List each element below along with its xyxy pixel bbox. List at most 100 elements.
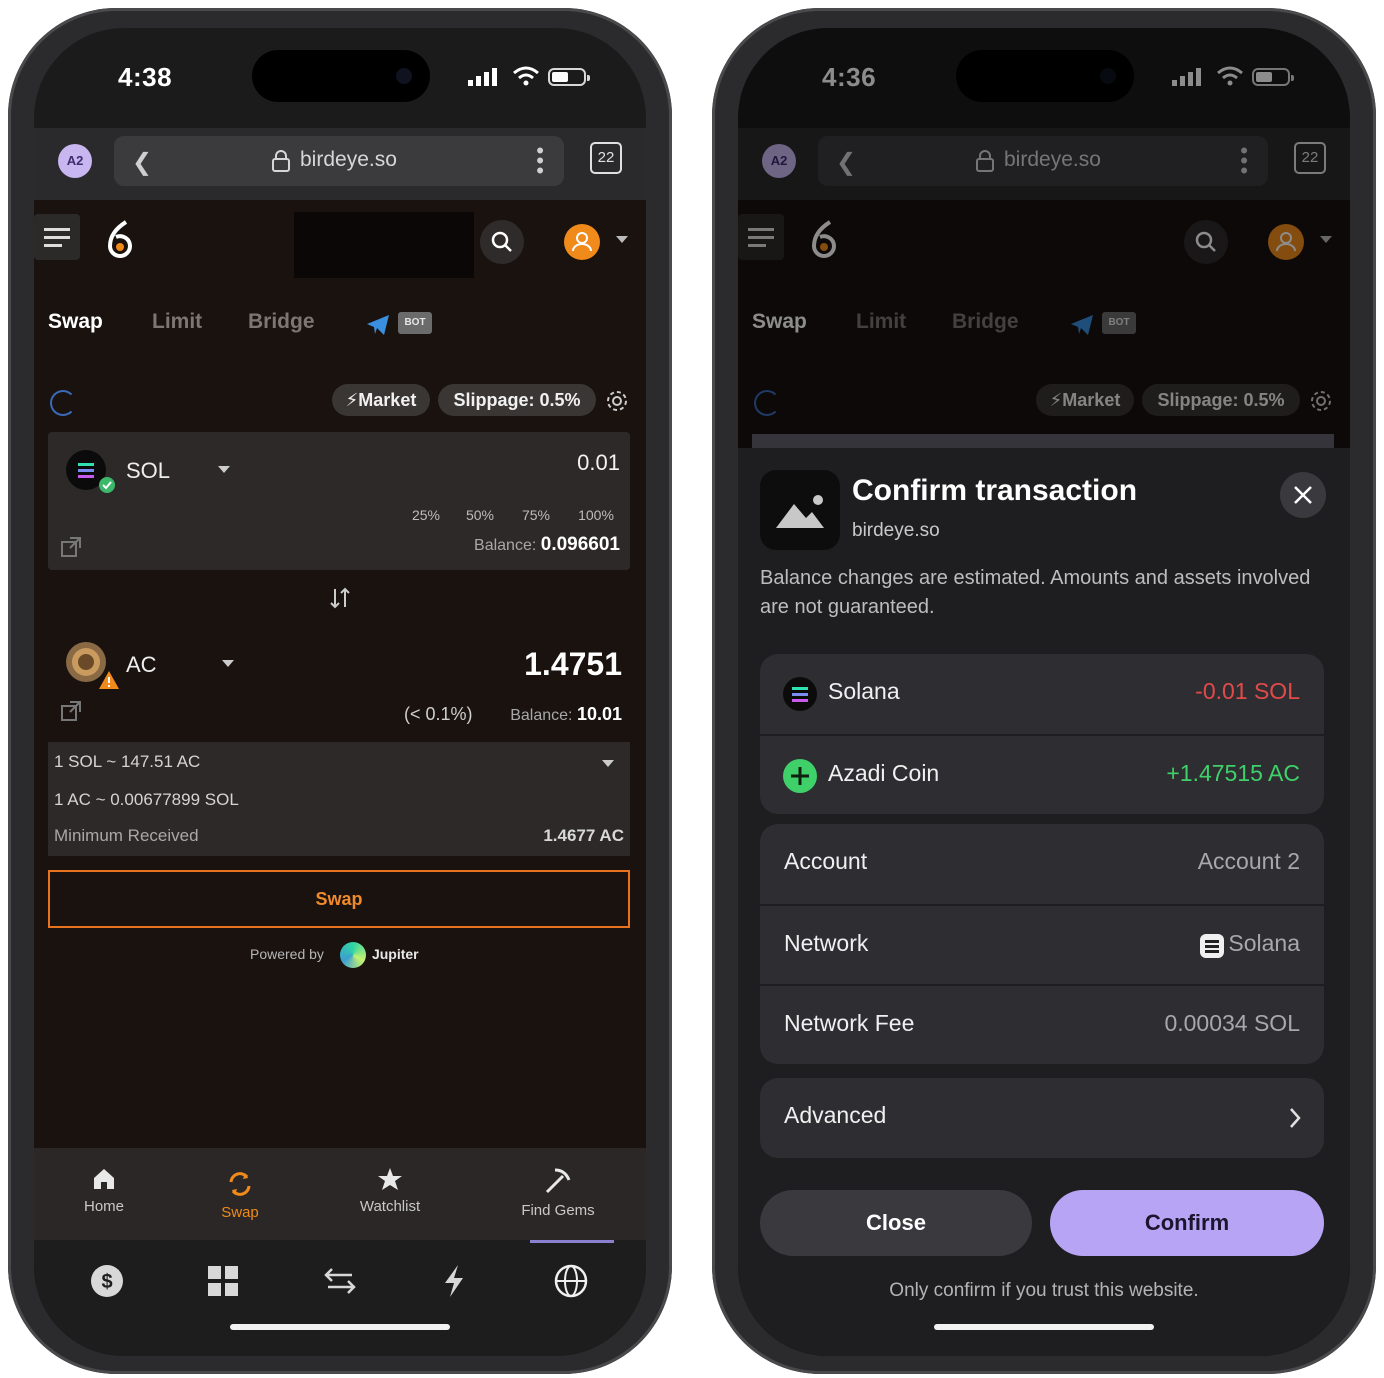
lightning-icon[interactable] bbox=[442, 1264, 466, 1298]
jupiter-logo-icon bbox=[340, 942, 366, 968]
rate-sol-ac: 1 SOL ~ 147.51 AC bbox=[54, 752, 201, 771]
menu-button[interactable] bbox=[34, 214, 80, 260]
plus-circle-icon bbox=[783, 759, 817, 793]
dynamic-island bbox=[252, 50, 430, 102]
transaction-details: Account Account 2 Network Solana Network… bbox=[760, 824, 1324, 1064]
slippage-button[interactable]: Slippage: 0.5% bbox=[438, 384, 596, 416]
home-icon bbox=[94, 1169, 114, 1189]
from-balance: Balance: 0.096601 bbox=[474, 534, 620, 555]
profile-avatar[interactable]: A2 bbox=[58, 144, 92, 178]
address-bar[interactable]: ❮ birdeye.so • • • bbox=[114, 136, 564, 186]
transfer-arrows-icon[interactable] bbox=[324, 1266, 356, 1296]
detail-value: 0.00034 SOL bbox=[1164, 1010, 1300, 1036]
status-time: 4:38 bbox=[118, 62, 173, 92]
telegram-icon[interactable] bbox=[366, 314, 390, 336]
status-bar: 4:38 bbox=[34, 28, 646, 128]
sheet-title: Confirm transaction bbox=[852, 474, 1138, 507]
balance-change-row: Azadi Coin +1.47515 AC bbox=[760, 734, 1324, 814]
wifi-icon bbox=[513, 66, 539, 86]
screen-right: 4:36 A2 ❮ birdeye.so • • • 22 Swap Limit… bbox=[738, 28, 1350, 1356]
bot-badge[interactable]: BOT bbox=[398, 312, 432, 334]
percent-50-button[interactable]: 50% bbox=[458, 504, 502, 526]
tab-bridge[interactable]: Bridge bbox=[248, 310, 315, 334]
from-token-card: SOL 0.01 25% 50% 75% 100% Balance: 0.096… bbox=[48, 432, 630, 570]
grid-icon[interactable] bbox=[208, 1266, 238, 1296]
search-button[interactable] bbox=[480, 220, 524, 264]
nav-swap[interactable]: Swap bbox=[210, 1170, 270, 1221]
url-text: birdeye.so bbox=[300, 148, 397, 171]
quote-details[interactable]: 1 SOL ~ 147.51 AC 1 AC ~ 0.00677899 SOL … bbox=[48, 742, 630, 856]
more-icon[interactable]: • • • bbox=[536, 140, 544, 182]
birdeye-logo-icon[interactable] bbox=[104, 220, 136, 260]
chevron-down-icon[interactable] bbox=[218, 466, 230, 473]
percent-75-button[interactable]: 75% bbox=[514, 504, 558, 526]
gear-icon[interactable] bbox=[604, 388, 630, 414]
dapp-image-icon bbox=[760, 470, 840, 550]
active-indicator bbox=[530, 1240, 614, 1243]
user-icon bbox=[572, 232, 592, 252]
detail-row-network: Network Solana bbox=[760, 904, 1324, 984]
from-amount-input[interactable]: 0.01 bbox=[577, 450, 620, 476]
nav-find-gems[interactable]: Find Gems bbox=[516, 1166, 600, 1219]
swap-direction-icon[interactable] bbox=[328, 586, 352, 610]
svg-text:$: $ bbox=[101, 1271, 112, 1293]
tab-limit[interactable]: Limit bbox=[152, 310, 202, 334]
confirm-transaction-sheet: Confirm transaction birdeye.so Balance c… bbox=[738, 434, 1350, 1356]
advanced-label: Advanced bbox=[784, 1102, 887, 1128]
dollar-icon[interactable]: $ bbox=[90, 1264, 124, 1298]
solana-icon bbox=[783, 677, 817, 711]
percent-100-button[interactable]: 100% bbox=[570, 504, 622, 526]
chevron-down-icon[interactable] bbox=[616, 236, 628, 243]
solana-network-icon bbox=[1200, 934, 1224, 958]
to-token-name[interactable]: AC bbox=[126, 652, 157, 678]
asset-change: -0.01 SOL bbox=[1195, 678, 1300, 704]
balance-change-row: Solana -0.01 SOL bbox=[760, 654, 1324, 734]
detail-value: Account 2 bbox=[1197, 848, 1300, 874]
star-icon bbox=[378, 1168, 402, 1190]
detail-value: Solana bbox=[1228, 930, 1300, 956]
pickaxe-icon bbox=[545, 1168, 571, 1194]
back-icon[interactable]: ❮ bbox=[132, 148, 152, 177]
home-indicator[interactable] bbox=[230, 1324, 450, 1330]
verified-badge-icon bbox=[99, 477, 115, 493]
close-button[interactable]: Close bbox=[760, 1190, 1032, 1256]
sheet-site: birdeye.so bbox=[852, 520, 940, 541]
swap-button[interactable]: Swap bbox=[48, 870, 630, 928]
browser-bottom-bar: $ bbox=[34, 1240, 646, 1356]
asset-change: +1.47515 AC bbox=[1166, 760, 1300, 786]
asset-name: Solana bbox=[828, 678, 900, 704]
battery-icon bbox=[548, 68, 590, 86]
nav-home[interactable]: Home bbox=[74, 1166, 134, 1215]
powered-by: Powered by Jupiter bbox=[250, 946, 419, 962]
app-bottom-nav: Home Swap Watchlist Find Gems bbox=[34, 1148, 646, 1240]
percent-25-button[interactable]: 25% bbox=[404, 504, 448, 526]
redacted-area bbox=[294, 212, 474, 278]
rate-ac-sol: 1 AC ~ 0.00677899 SOL bbox=[54, 790, 239, 809]
from-token-name[interactable]: SOL bbox=[126, 458, 170, 484]
home-indicator[interactable] bbox=[934, 1324, 1154, 1330]
asset-name: Azadi Coin bbox=[828, 760, 940, 786]
tab-count-button[interactable]: 22 bbox=[590, 142, 622, 174]
min-received-value: 1.4677 AC bbox=[543, 826, 624, 845]
swap-arrows-icon bbox=[229, 1172, 251, 1196]
close-sheet-button[interactable] bbox=[1280, 472, 1326, 518]
close-icon bbox=[1294, 486, 1312, 504]
trust-warning: Only confirm if you trust this website. bbox=[889, 1280, 1199, 1301]
globe-icon[interactable] bbox=[554, 1264, 588, 1298]
nav-watchlist[interactable]: Watchlist bbox=[350, 1166, 430, 1215]
search-icon bbox=[491, 231, 512, 252]
to-amount: 1.4751 bbox=[524, 646, 622, 682]
confirm-button[interactable]: Confirm bbox=[1050, 1190, 1324, 1256]
external-link-icon[interactable] bbox=[60, 700, 82, 722]
advanced-row[interactable]: Advanced bbox=[760, 1078, 1324, 1158]
user-avatar[interactable] bbox=[564, 224, 600, 260]
chevron-down-icon[interactable] bbox=[602, 760, 614, 767]
refresh-spinner-icon[interactable] bbox=[50, 390, 76, 416]
chevron-down-icon[interactable] bbox=[222, 660, 234, 667]
lock-icon bbox=[272, 150, 290, 172]
market-toggle[interactable]: ⚡Market bbox=[332, 384, 430, 416]
tab-swap[interactable]: Swap bbox=[48, 310, 103, 334]
external-link-icon[interactable] bbox=[60, 536, 82, 558]
warning-badge-icon bbox=[99, 671, 119, 689]
advanced-button[interactable]: Advanced bbox=[760, 1078, 1324, 1158]
